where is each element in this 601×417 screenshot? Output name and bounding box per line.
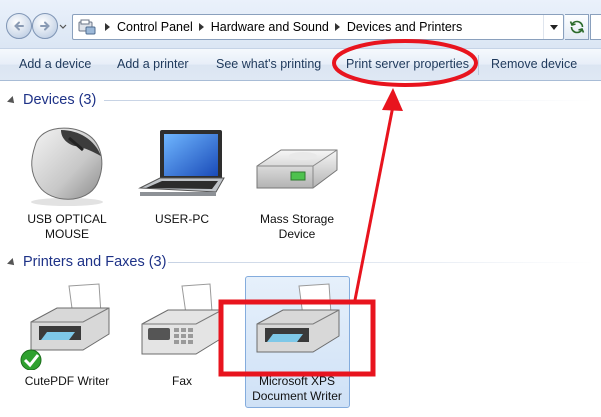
breadcrumb-item[interactable]: Hardware and Sound	[211, 20, 329, 34]
address-bar-row: Control Panel Hardware and Sound Devices…	[0, 0, 601, 48]
breadcrumb-separator-icon[interactable]	[334, 23, 340, 31]
laptop-icon	[138, 130, 225, 196]
recent-pages-dropdown-icon[interactable]	[58, 20, 68, 32]
remove-device-button[interactable]: Remove device	[491, 57, 577, 71]
group-divider	[168, 262, 594, 263]
back-button[interactable]	[6, 13, 32, 39]
command-divider	[478, 55, 479, 75]
see-whats-printing-button[interactable]: See what's printing	[216, 57, 321, 71]
breadcrumb-item[interactable]: Control Panel	[117, 20, 193, 34]
fax-icon	[141, 283, 223, 355]
address-history-dropdown[interactable]	[543, 15, 563, 39]
add-device-button[interactable]: Add a device	[19, 57, 91, 71]
command-bar: Add a device Add a printer See what's pr…	[0, 48, 601, 81]
chevron-down-icon	[549, 24, 558, 30]
printer-label: Document Writer	[252, 389, 342, 403]
group-title: Devices (3)	[23, 92, 97, 108]
address-box[interactable]: Control Panel Hardware and Sound Devices…	[72, 14, 564, 40]
printers-group-header[interactable]: Printers and Faxes (3)	[7, 252, 167, 272]
print-server-properties-button[interactable]: Print server properties	[346, 57, 469, 71]
group-title: Printers and Faxes (3)	[23, 254, 167, 270]
printer-icon	[256, 283, 340, 353]
hard-drive-icon	[256, 149, 338, 189]
printer-label: Fax	[171, 374, 192, 388]
breadcrumb-separator-icon[interactable]	[198, 23, 204, 31]
refresh-button[interactable]	[565, 14, 589, 40]
annotation-arrow	[353, 105, 395, 301]
breadcrumb-separator-icon[interactable]	[105, 23, 110, 31]
printer-label: Microsoft XPS	[258, 374, 336, 388]
forward-arrow-icon	[40, 21, 50, 31]
collapse-arrow-icon[interactable]	[7, 258, 17, 268]
breadcrumb: Control Panel Hardware and Sound Devices…	[99, 15, 462, 39]
group-divider	[104, 100, 594, 101]
device-label: Mass Storage	[259, 212, 335, 226]
breadcrumb-item[interactable]: Devices and Printers	[347, 20, 462, 34]
devices-group-header[interactable]: Devices (3)	[7, 90, 97, 110]
collapse-arrow-icon[interactable]	[7, 96, 17, 106]
mouse-icon	[31, 127, 103, 206]
add-printer-button[interactable]: Add a printer	[117, 57, 189, 71]
forward-button[interactable]	[32, 13, 58, 39]
search-input[interactable]	[590, 14, 601, 40]
refresh-icon	[569, 20, 584, 34]
printer-label: CutePDF Writer	[24, 374, 110, 388]
devices-printers-icon	[78, 19, 96, 35]
device-label: Device	[278, 227, 316, 241]
printer-default-icon	[20, 283, 110, 370]
device-label: USER-PC	[154, 212, 209, 226]
device-label: USB OPTICAL	[27, 212, 107, 226]
device-label: MOUSE	[44, 227, 89, 241]
back-arrow-icon	[14, 21, 24, 31]
